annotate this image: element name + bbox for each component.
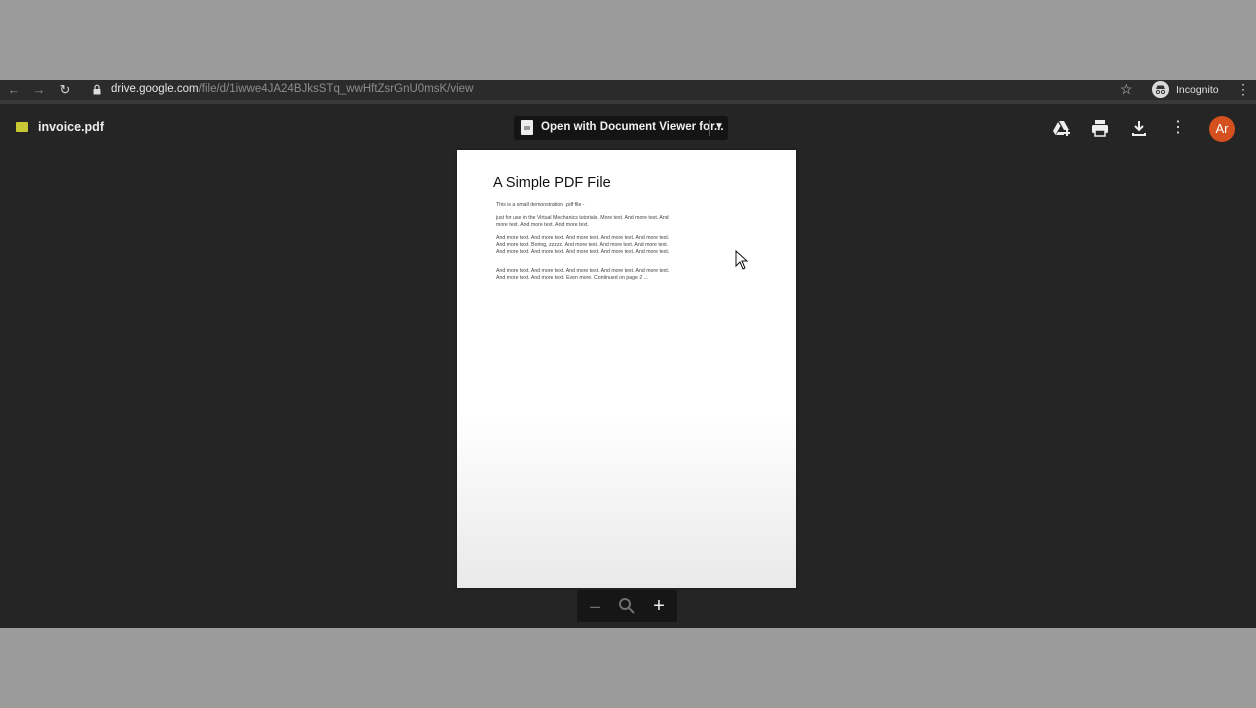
file-name: invoice.pdf [38,120,104,134]
pdf-paragraph: This is a small demonstration .pdf file … [496,202,585,208]
download-icon[interactable] [1129,118,1149,138]
incognito-label: Incognito [1176,84,1219,96]
zoom-in-icon[interactable]: + [649,596,669,616]
reload-icon[interactable]: ↻ [57,82,73,98]
print-icon[interactable] [1090,118,1110,138]
document-icon [521,120,533,135]
button-divider [709,120,710,136]
star-icon[interactable]: ☆ [1120,81,1133,98]
back-icon[interactable]: ← [6,82,22,98]
pdf-page: A Simple PDF File This is a small demons… [457,150,796,588]
pdf-paragraph: just for use in the Virtual Mechanics tu… [496,215,669,228]
screen: ← → ↻ drive.google.com/file/d/1iwwe4JA24… [0,80,1256,628]
add-to-drive-icon[interactable] [1052,118,1072,138]
open-with-label: Open with Document Viewer for... [541,121,724,133]
forward-icon[interactable]: → [31,82,47,98]
pdf-title: A Simple PDF File [493,175,611,191]
address-bar[interactable]: drive.google.com/file/d/1iwwe4JA24BJksST… [111,83,473,95]
mouse-cursor-icon [735,250,749,270]
toolbar-divider [0,100,1256,104]
url-host: drive.google.com [111,83,199,95]
zoom-controls: – + [577,590,677,622]
magnifier-icon[interactable] [617,596,637,616]
browser-toolbar: ← → ↻ drive.google.com/file/d/1iwwe4JA24… [0,80,1256,100]
open-with-button[interactable]: Open with Document Viewer for... ▼ [514,116,728,140]
browser-menu-icon[interactable]: ⋮ [1236,81,1250,98]
zoom-out-icon[interactable]: – [585,596,605,616]
pdf-paragraph: And more text. And more text. And more t… [496,235,670,255]
dropdown-caret-icon[interactable]: ▼ [714,121,724,132]
lock-icon [93,84,101,95]
file-type-icon [16,122,28,132]
avatar[interactable]: Ar [1209,116,1235,142]
pdf-paragraph: And more text. And more text. And more t… [496,268,670,281]
url-path: /file/d/1iwwe4JA24BJksSTq_wwHftZsrGnU0ms… [198,83,474,95]
incognito-icon[interactable] [1152,81,1169,98]
more-icon[interactable]: ⋮ [1168,118,1188,138]
